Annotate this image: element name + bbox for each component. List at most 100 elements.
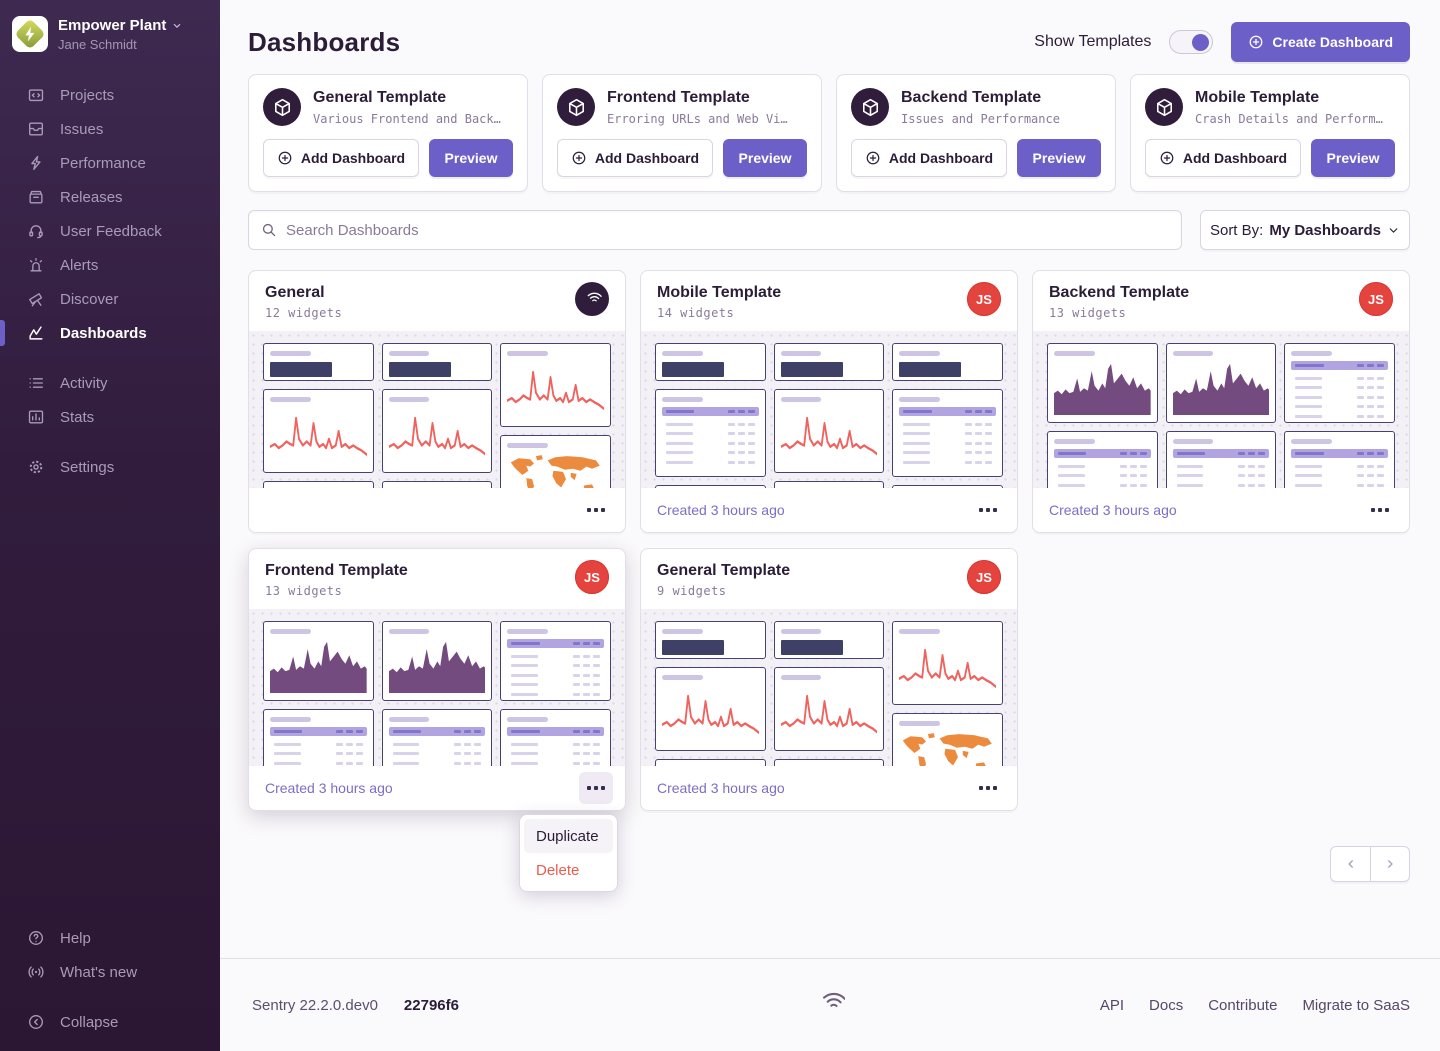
preview-button[interactable]: Preview <box>723 139 807 177</box>
mini-widget-clip <box>655 759 766 766</box>
sidebar-item-label: Performance <box>60 155 146 172</box>
created-timestamp: Created 3 hours ago <box>657 502 785 518</box>
avatar: JS <box>1359 282 1393 316</box>
template-card: Backend TemplateIssues and PerformanceAd… <box>836 74 1116 192</box>
sidebar-item-label: Collapse <box>60 1014 118 1031</box>
sidebar-item-label: Help <box>60 930 91 947</box>
mini-widget-clip <box>774 481 885 488</box>
mini-widget-line <box>382 389 493 473</box>
mini-widget-table <box>892 389 1003 477</box>
line-chart-widget <box>899 637 996 697</box>
avatar: JS <box>575 560 609 594</box>
preview-button[interactable]: Preview <box>1311 139 1395 177</box>
add-dashboard-button[interactable]: Add Dashboard <box>1145 139 1301 177</box>
sidebar-item-label: User Feedback <box>60 223 162 240</box>
footer-link-migrate[interactable]: Migrate to SaaS <box>1302 997 1410 1014</box>
mini-widget-line <box>263 389 374 473</box>
search-icon <box>261 222 277 238</box>
footer-link-contribute[interactable]: Contribute <box>1208 997 1277 1014</box>
show-templates-toggle[interactable] <box>1169 30 1213 54</box>
created-timestamp: Created 3 hours ago <box>657 780 785 796</box>
sidebar-item-user-feedback[interactable]: User Feedback <box>0 214 220 248</box>
create-dashboard-button[interactable]: Create Dashboard <box>1231 22 1410 62</box>
activity-icon <box>27 374 45 392</box>
more-options-button[interactable] <box>971 772 1005 804</box>
dashboard-card[interactable]: General12 widgets <box>248 270 626 533</box>
preview-button[interactable]: Preview <box>1017 139 1101 177</box>
sidebar-item-label: Projects <box>60 87 114 104</box>
preview-column <box>655 621 766 766</box>
preview-button[interactable]: Preview <box>429 139 513 177</box>
org-switcher[interactable]: Empower Plant Jane Schmidt <box>0 0 220 62</box>
mini-widget-bignumber <box>774 343 885 381</box>
more-options-button[interactable] <box>579 772 613 804</box>
sidebar-item-settings[interactable]: Settings <box>0 450 220 484</box>
version-text: Sentry 22.2.0.dev0 <box>252 997 378 1014</box>
next-page-button[interactable] <box>1370 847 1409 881</box>
sidebar-item-label: Issues <box>60 121 103 138</box>
sidebar-item-releases[interactable]: Releases <box>0 180 220 214</box>
previous-page-button[interactable] <box>1331 847 1370 881</box>
footer-link-docs[interactable]: Docs <box>1149 997 1183 1014</box>
sidebar-item-label: Settings <box>60 459 114 476</box>
more-options-button[interactable] <box>1363 494 1397 526</box>
settings-icon <box>27 458 45 476</box>
user-feedback-icon <box>27 222 45 240</box>
footer-link-api[interactable]: API <box>1100 997 1124 1014</box>
dashboard-card[interactable]: Frontend Template13 widgetsJSCreated 3 h… <box>248 548 626 811</box>
sidebar-item-activity[interactable]: Activity <box>0 366 220 400</box>
preview-column <box>500 343 611 488</box>
line-chart-widget <box>507 359 604 419</box>
template-card: Frontend TemplateErroring URLs and Web V… <box>542 74 822 192</box>
sidebar-item-performance[interactable]: Performance <box>0 146 220 180</box>
bolt-icon <box>20 23 40 45</box>
search-input[interactable] <box>286 222 1169 239</box>
context-menu-item-delete[interactable]: Delete <box>524 853 613 887</box>
preview-label: Preview <box>445 150 498 166</box>
preview-column <box>263 343 374 488</box>
template-card: Mobile TemplateCrash Details and Perform… <box>1130 74 1410 192</box>
mini-widget-table <box>263 709 374 766</box>
area-chart-widget <box>1173 359 1270 415</box>
more-options-button[interactable] <box>971 494 1005 526</box>
build-hash[interactable]: 22796f6 <box>404 997 459 1014</box>
sidebar-item-stats[interactable]: Stats <box>0 400 220 434</box>
sentry-logo-icon <box>582 289 602 309</box>
discover-icon <box>27 290 45 308</box>
preview-column <box>382 621 493 766</box>
create-dashboard-label: Create Dashboard <box>1272 34 1393 50</box>
add-dashboard-button[interactable]: Add Dashboard <box>263 139 419 177</box>
dashboard-card[interactable]: General Template9 widgetsJSCreated 3 hou… <box>640 548 1018 811</box>
search-bar[interactable] <box>248 210 1182 250</box>
dashboard-card[interactable]: Mobile Template14 widgetsJSCreated 3 hou… <box>640 270 1018 533</box>
show-templates-label: Show Templates <box>1034 33 1151 51</box>
dashboard-card[interactable]: Backend Template13 widgetsJSCreated 3 ho… <box>1032 270 1410 533</box>
sidebar-item-label: Dashboards <box>60 325 147 342</box>
sidebar-item-label: Stats <box>60 409 94 426</box>
add-dashboard-button[interactable]: Add Dashboard <box>557 139 713 177</box>
sidebar-item-collapse[interactable]: Collapse <box>0 1005 220 1039</box>
context-menu-item-duplicate[interactable]: Duplicate <box>524 819 613 853</box>
sidebar-item-whats-new[interactable]: What's new <box>0 955 220 989</box>
org-name[interactable]: Empower Plant <box>58 17 166 34</box>
more-options-button[interactable] <box>579 494 613 526</box>
template-title: Backend Template <box>901 89 1060 107</box>
sort-by-dropdown[interactable]: Sort By: My Dashboards <box>1200 210 1410 250</box>
sidebar-item-help[interactable]: Help <box>0 921 220 955</box>
mini-widget-table <box>655 389 766 477</box>
line-chart-widget <box>781 683 878 743</box>
mini-widget-tabletall <box>500 621 611 701</box>
mini-widget-clip <box>774 759 885 766</box>
stats-icon <box>27 408 45 426</box>
add-dashboard-button[interactable]: Add Dashboard <box>851 139 1007 177</box>
sidebar-item-issues[interactable]: Issues <box>0 112 220 146</box>
sidebar-item-dashboards[interactable]: Dashboards <box>0 316 220 350</box>
sidebar-item-alerts[interactable]: Alerts <box>0 248 220 282</box>
performance-icon <box>27 154 45 172</box>
dashboard-title: Frontend Template <box>265 562 609 580</box>
dashboard-preview <box>641 331 1017 488</box>
template-description: Crash Details and Perform… <box>1195 112 1383 126</box>
template-cube-icon <box>860 97 881 118</box>
sidebar-item-discover[interactable]: Discover <box>0 282 220 316</box>
sidebar-item-projects[interactable]: Projects <box>0 78 220 112</box>
